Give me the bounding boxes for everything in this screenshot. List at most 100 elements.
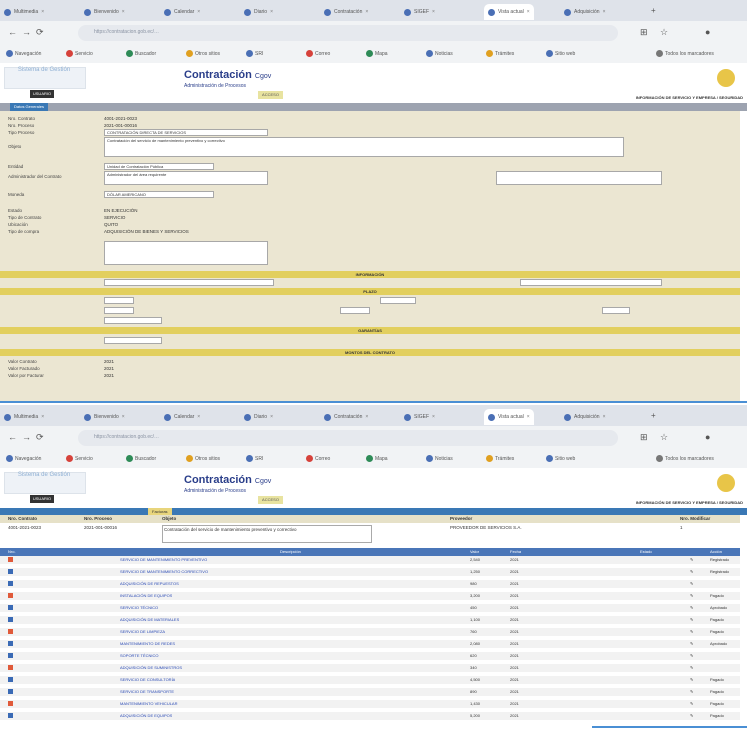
row-description-link[interactable]: SOPORTE TÉCNICO [120, 652, 159, 660]
close-tab-icon[interactable]: × [197, 9, 200, 15]
bookmark-item[interactable]: Mapa [366, 455, 388, 462]
guarantee-field[interactable] [104, 337, 162, 344]
notes-textarea[interactable] [104, 241, 268, 265]
days-field[interactable] [380, 297, 416, 304]
row-description-link[interactable]: ADQUISICIÓN DE SUMINISTROS [120, 664, 182, 672]
edit-icon[interactable]: ✎ [690, 629, 693, 634]
address-bar[interactable]: https://contratacion.gob.ec/… [78, 25, 618, 41]
edit-icon[interactable]: ✎ [690, 617, 693, 622]
row-description-link[interactable]: SERVICIO DE TRANSPORTE [120, 688, 174, 696]
access-button[interactable]: ACCESO [258, 496, 283, 504]
browser-tab[interactable]: Diario × [244, 411, 273, 423]
admin-right-field[interactable] [496, 171, 662, 185]
row-description-link[interactable]: ADQUISICIÓN DE MATERIALES [120, 616, 179, 624]
edit-icon[interactable]: ✎ [690, 653, 693, 658]
bookmark-star-icon[interactable]: ☆ [660, 27, 668, 38]
login-button[interactable]: USUARIO [30, 90, 54, 98]
bookmark-item[interactable]: Servicio [66, 50, 93, 57]
table-row[interactable]: SERVICIO DE MANTENIMIENTO PREVENTIVO 2,54… [0, 556, 740, 564]
browser-tab[interactable]: Contratación × [324, 6, 368, 18]
bookmark-star-icon[interactable]: ☆ [660, 432, 668, 443]
extension-icon[interactable]: ⊞ [640, 432, 648, 443]
row-description-link[interactable]: ADQUISICIÓN DE EQUIPOS [120, 712, 172, 720]
period-field[interactable] [602, 307, 630, 314]
browser-tab[interactable]: Bienvenido × [84, 411, 125, 423]
forward-icon[interactable]: → [22, 432, 31, 442]
bookmark-item[interactable]: Buscador [126, 50, 156, 57]
table-row[interactable]: ADQUISICIÓN DE SUMINISTROS 340 2021 ✎ [0, 664, 740, 672]
bookmark-item[interactable]: SRI [246, 455, 263, 462]
profile-icon[interactable]: ● [705, 27, 710, 37]
browser-tab[interactable]: SIGEF × [404, 411, 435, 423]
browser-tab[interactable]: Vista actual × [484, 4, 534, 20]
bookmark-item[interactable]: Correo [306, 50, 330, 57]
edit-icon[interactable]: ✎ [690, 701, 693, 706]
extension-field[interactable] [104, 317, 162, 324]
reload-icon[interactable]: ⟳ [36, 27, 44, 38]
browser-tab[interactable]: Diario × [244, 6, 273, 18]
table-row[interactable]: ADQUISICIÓN DE REPUESTOS 980 2021 ✎ [0, 580, 740, 588]
edit-icon[interactable]: ✎ [690, 593, 693, 598]
edit-icon[interactable]: ✎ [690, 677, 693, 682]
close-tab-icon[interactable]: × [432, 9, 435, 15]
new-tab-icon[interactable]: + [651, 6, 656, 15]
scrollbar[interactable] [740, 111, 747, 403]
close-tab-icon[interactable]: × [527, 9, 530, 15]
forward-icon[interactable]: → [22, 27, 31, 37]
edit-icon[interactable]: ✎ [690, 581, 693, 586]
new-tab-icon[interactable]: + [651, 411, 656, 420]
edit-icon[interactable]: ✎ [690, 569, 693, 574]
tab-invoices[interactable]: Facturas [148, 508, 172, 515]
extension-icon[interactable]: ⊞ [640, 27, 648, 38]
close-tab-icon[interactable]: × [41, 9, 44, 15]
row-description-link[interactable]: INSTALACIÓN DE EQUIPOS [120, 592, 172, 600]
start-date-field[interactable] [104, 297, 134, 304]
browser-tab[interactable]: Adquisición × [564, 411, 606, 423]
row-description-link[interactable]: SERVICIO DE MANTENIMIENTO PREVENTIVO [120, 556, 207, 564]
browser-tab[interactable]: Multimedia × [4, 6, 44, 18]
edit-icon[interactable]: ✎ [690, 665, 693, 670]
browser-tab[interactable]: Calendar × [164, 6, 200, 18]
reload-icon[interactable]: ⟳ [36, 432, 44, 443]
bookmark-item[interactable]: Navegación [6, 455, 41, 462]
bookmark-item[interactable]: Sitio web [546, 50, 575, 57]
edit-icon[interactable]: ✎ [690, 605, 693, 610]
row-description-link[interactable]: MANTENIMIENTO VEHICULAR [120, 700, 178, 708]
edit-icon[interactable]: ✎ [690, 713, 693, 718]
close-tab-icon[interactable]: × [527, 414, 530, 420]
back-icon[interactable]: ← [8, 432, 17, 442]
close-tab-icon[interactable]: × [603, 414, 606, 420]
bookmark-item[interactable]: Otros sitios [186, 455, 220, 462]
term-field[interactable] [340, 307, 370, 314]
table-row[interactable]: SERVICIO DE CONSULTORÍA 4,500 2021 ✎ Pagado [0, 676, 740, 684]
end-date-field[interactable] [104, 307, 134, 314]
bookmark-item[interactable]: Trámites [486, 455, 514, 462]
row-description-link[interactable]: SERVICIO DE CONSULTORÍA [120, 676, 175, 684]
bookmark-item[interactable]: Navegación [6, 50, 41, 57]
admin-field[interactable]: Administrador del área requirente [104, 171, 268, 185]
row-description-link[interactable]: SERVICIO DE MANTENIMIENTO CORRECTIVO [120, 568, 208, 576]
browser-tab[interactable]: Multimedia × [4, 411, 44, 423]
table-row[interactable]: MANTENIMIENTO DE REDES 2,080 2021 ✎ Aprobado [0, 640, 740, 648]
bookmark-item[interactable]: Otros sitios [186, 50, 220, 57]
bookmark-item[interactable]: Correo [306, 455, 330, 462]
close-tab-icon[interactable]: × [270, 414, 273, 420]
bookmark-item[interactable]: Buscador [126, 455, 156, 462]
browser-tab[interactable]: Adquisición × [564, 6, 606, 18]
tab-general-data[interactable]: Datos Generales [10, 103, 49, 111]
back-icon[interactable]: ← [8, 27, 17, 37]
object-textarea[interactable]: Contratación del servicio de mantenimien… [104, 137, 624, 157]
bookmark-item[interactable]: Todos los marcadores [656, 50, 714, 57]
bookmark-item[interactable]: SRI [246, 50, 263, 57]
login-button[interactable]: USUARIO [30, 495, 54, 503]
close-tab-icon[interactable]: × [122, 414, 125, 420]
browser-tab[interactable]: Vista actual × [484, 409, 534, 425]
row-description-link[interactable]: SERVICIO DE LIMPIEZA [120, 628, 165, 636]
close-tab-icon[interactable]: × [122, 9, 125, 15]
table-row[interactable]: ADQUISICIÓN DE MATERIALES 1,100 2021 ✎ Pagad… [0, 616, 740, 624]
scrollbar[interactable] [740, 515, 747, 726]
bookmark-item[interactable]: Sitio web [546, 455, 575, 462]
edit-icon[interactable]: ✎ [690, 689, 693, 694]
browser-tab[interactable]: Contratación × [324, 411, 368, 423]
bookmark-item[interactable]: Noticias [426, 455, 453, 462]
